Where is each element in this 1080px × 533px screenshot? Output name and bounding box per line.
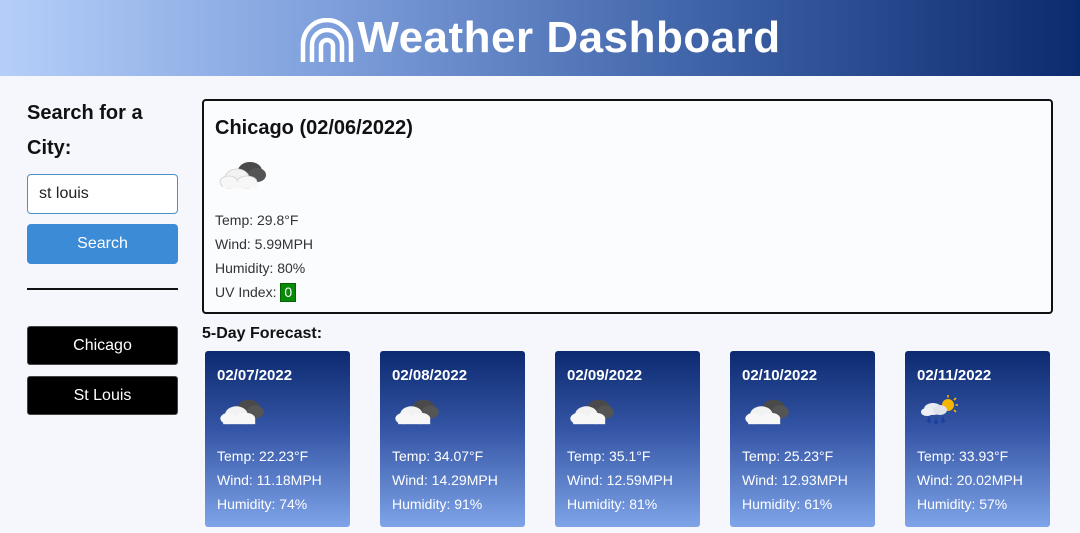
city-search-input[interactable]: [27, 174, 178, 214]
page-title: Weather Dashboard: [357, 13, 781, 62]
cloud-icon: [395, 399, 439, 425]
forecast-wind: Wind: 11.18MPH: [217, 472, 322, 488]
sidebar-divider: [27, 288, 178, 290]
cloud-icon: [219, 162, 266, 189]
forecast-date: 02/08/2022: [392, 367, 468, 384]
rain-sun-icon: [921, 395, 958, 424]
forecast-humidity: Humidity: 74%: [217, 496, 308, 512]
forecast-stats: Temp: 22.23°F Wind: 11.18MPH Humidity: 7…: [217, 444, 322, 516]
uv-label: UV Index:: [215, 284, 277, 300]
forecast-date: 02/10/2022: [742, 367, 818, 384]
search-history: Chicago St Louis: [27, 326, 178, 415]
cloud-icon: [570, 399, 614, 425]
forecast-stats: Temp: 25.23°F Wind: 12.93MPH Humidity: 6…: [742, 444, 848, 516]
forecast-temp: Temp: 34.07°F: [392, 448, 484, 464]
current-stats: Temp: 29.8°F Wind: 5.99MPH Humidity: 80%…: [215, 208, 313, 304]
current-city-title: Chicago (02/06/2022): [215, 117, 413, 139]
forecast-wind: Wind: 12.93MPH: [742, 472, 848, 488]
forecast-wind: Wind: 14.29MPH: [392, 472, 498, 488]
forecast-stats: Temp: 35.1°F Wind: 12.59MPH Humidity: 81…: [567, 444, 673, 516]
forecast-title: 5-Day Forecast:: [202, 325, 323, 342]
forecast-card: 02/11/2022 Temp: 33.93°F Wind: 20.02MPH …: [905, 351, 1050, 527]
forecast-date: 02/09/2022: [567, 367, 643, 384]
current-wind: Wind: 5.99MPH: [215, 236, 314, 252]
forecast-humidity: Humidity: 57%: [917, 496, 1008, 512]
current-temp: Temp: 29.8°F: [215, 212, 299, 228]
history-button-st-louis[interactable]: St Louis: [27, 376, 178, 415]
forecast-humidity: Humidity: 81%: [567, 496, 658, 512]
current-humidity: Humidity: 80%: [215, 260, 306, 276]
forecast-temp: Temp: 22.23°F: [217, 448, 309, 464]
forecast-card: 02/07/2022 Temp: 22.23°F Wind: 11.18MPH …: [205, 351, 350, 527]
cloud-icon: [745, 399, 789, 425]
forecast-date: 02/07/2022: [217, 367, 293, 384]
forecast-humidity: Humidity: 61%: [742, 496, 833, 512]
forecast-humidity: Humidity: 91%: [392, 496, 483, 512]
current-uv: UV Index: 0: [215, 280, 313, 304]
forecast-wind: Wind: 12.59MPH: [567, 472, 673, 488]
current-weather-panel: Chicago (02/06/2022) Temp: 29.8°F Wind: …: [202, 99, 1053, 314]
search-title: Search for a City:: [27, 102, 143, 159]
forecast-wind: Wind: 20.02MPH: [917, 472, 1023, 488]
forecast-card: 02/10/2022 Temp: 25.23°F Wind: 12.93MPH …: [730, 351, 875, 527]
forecast-date: 02/11/2022: [917, 367, 992, 384]
history-button-chicago[interactable]: Chicago: [27, 326, 178, 365]
forecast-card: 02/09/2022 Temp: 35.1°F Wind: 12.59MPH H…: [555, 351, 700, 527]
forecast-temp: Temp: 25.23°F: [742, 448, 834, 464]
forecast-temp: Temp: 33.93°F: [917, 448, 1009, 464]
sidebar: Search for a City: Search Chicago St Lou…: [27, 96, 178, 426]
search-button[interactable]: Search: [27, 224, 178, 264]
forecast-card: 02/08/2022 Temp: 34.07°F Wind: 14.29MPH …: [380, 351, 525, 527]
page-header: Weather Dashboard: [0, 0, 1080, 76]
cloud-icon: [220, 399, 264, 425]
forecast-stats: Temp: 34.07°F Wind: 14.29MPH Humidity: 9…: [392, 444, 498, 516]
uv-index-badge: 0: [280, 283, 297, 302]
forecast-stats: Temp: 33.93°F Wind: 20.02MPH Humidity: 5…: [917, 444, 1023, 516]
forecast-temp: Temp: 35.1°F: [567, 448, 651, 464]
rainbow-icon: [301, 18, 354, 62]
